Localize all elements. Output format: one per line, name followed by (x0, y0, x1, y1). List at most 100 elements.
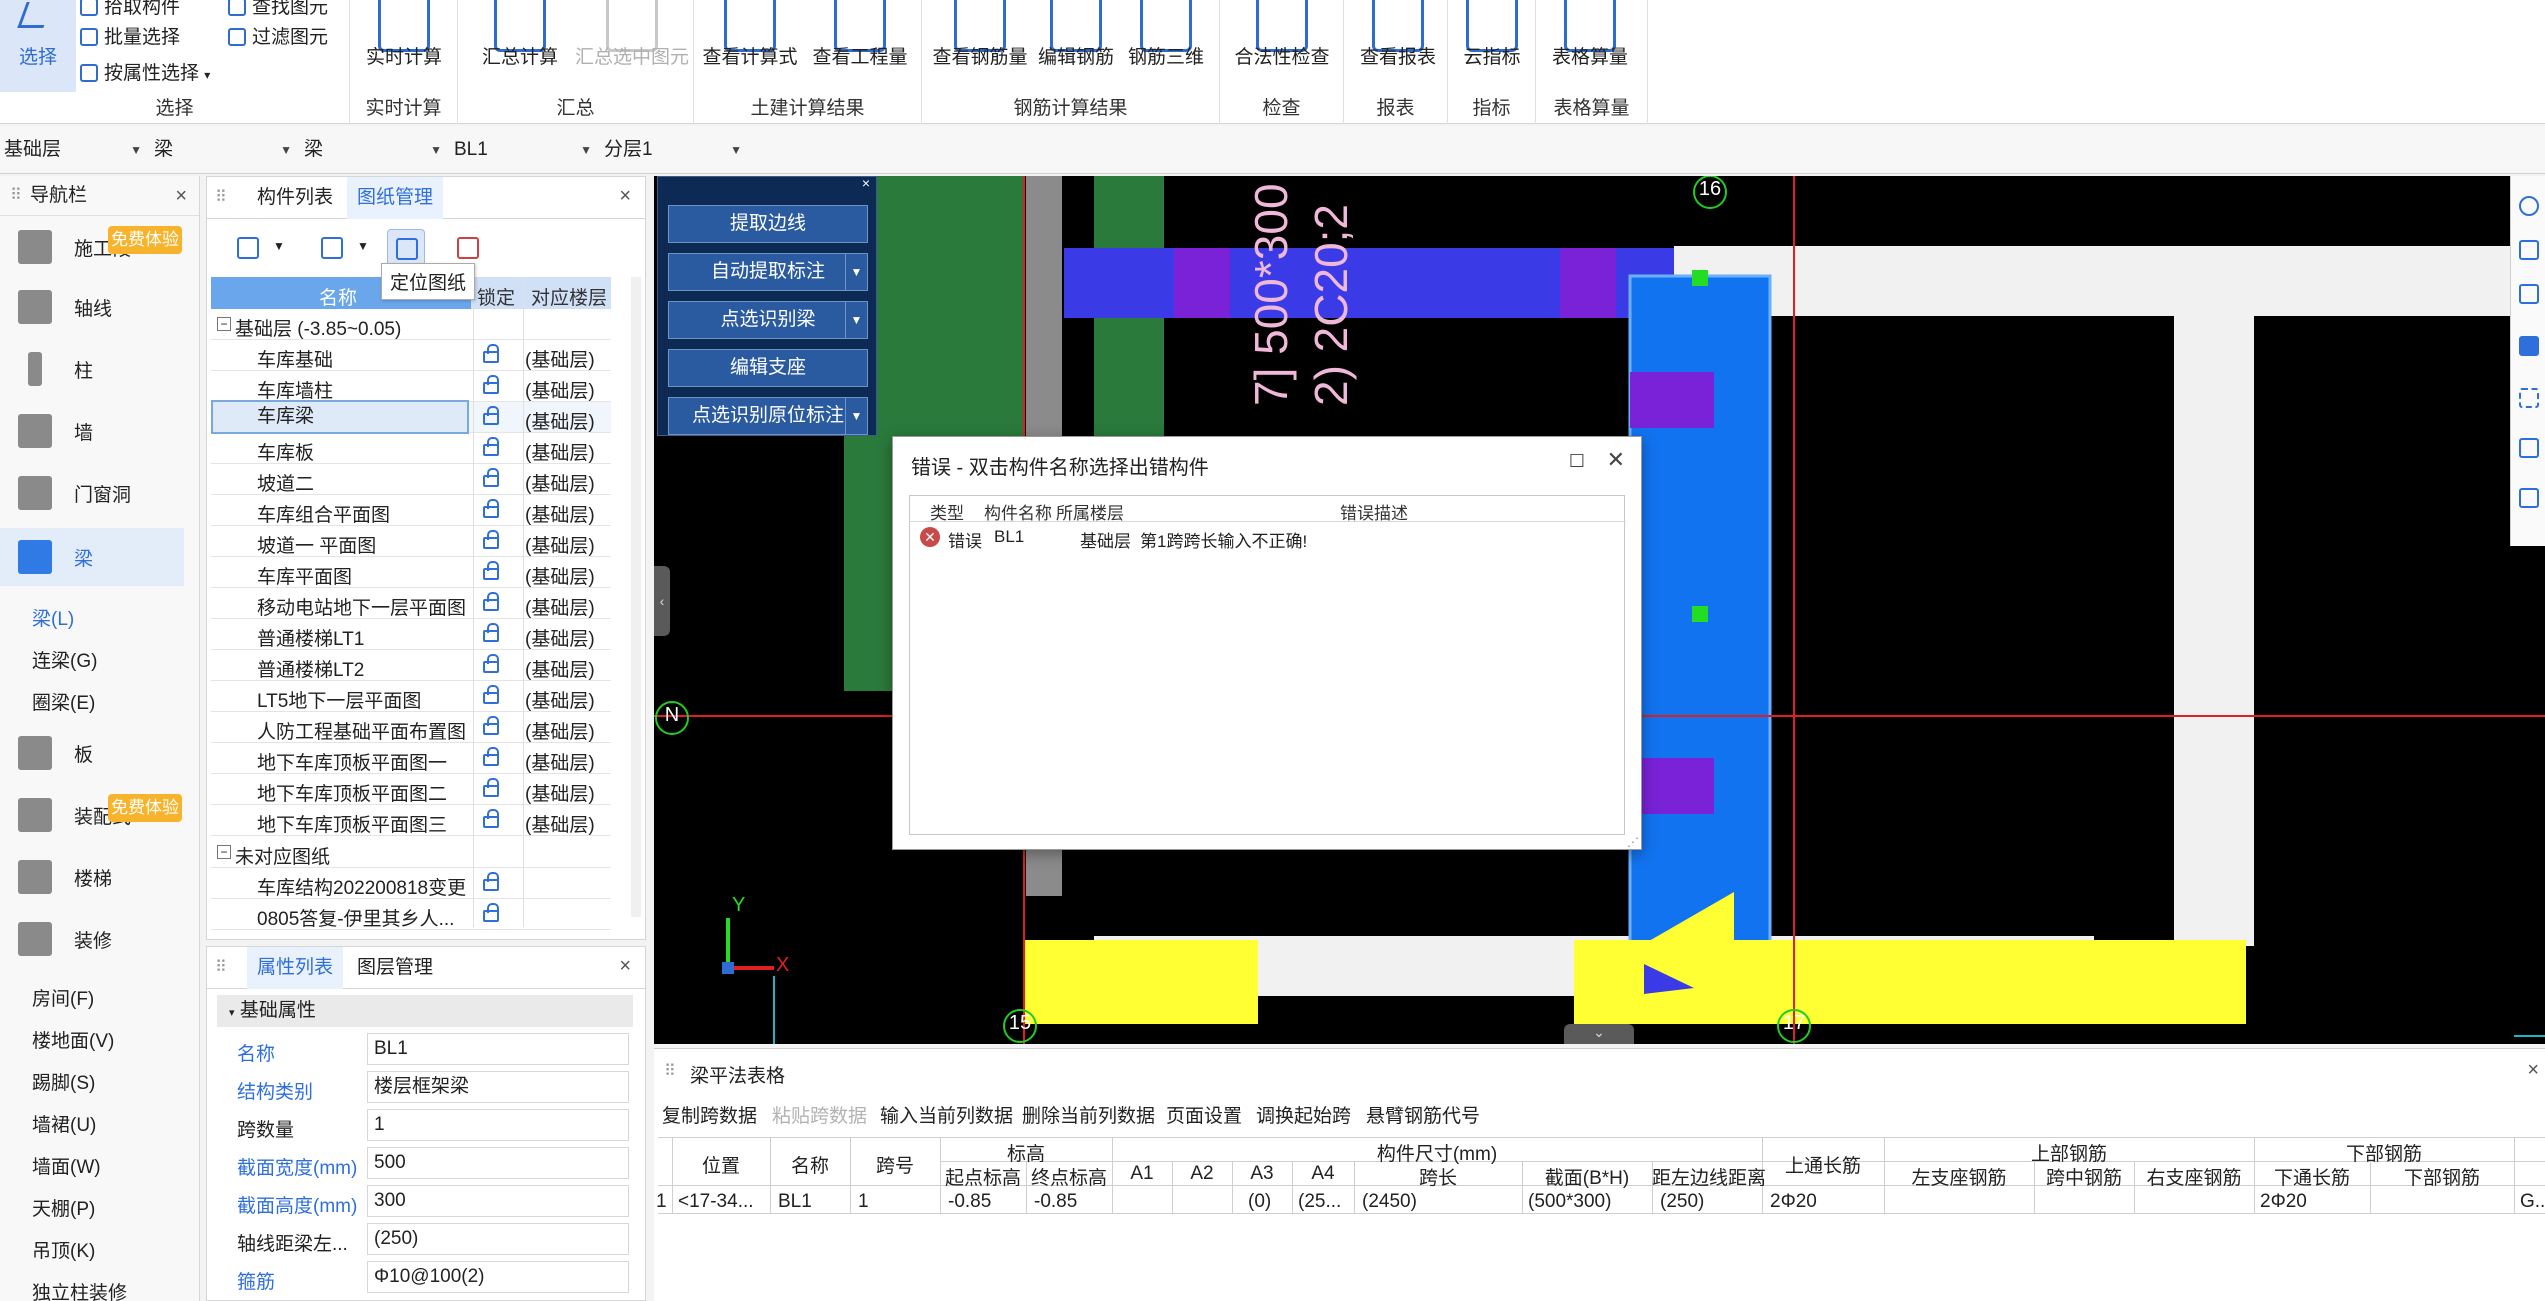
col-edge-distance[interactable]: 距左边线距离 (1652, 1163, 1766, 1190)
col-left-support[interactable]: 左支座钢筋 (1884, 1163, 2034, 1190)
category-select[interactable]: 梁 ▼ (150, 134, 296, 166)
close-icon[interactable]: × (862, 175, 870, 191)
cell-span-no[interactable]: 1 (858, 1191, 869, 1213)
close-icon[interactable]: × (619, 185, 631, 208)
sub-column-decoration[interactable]: 独立柱装修 (32, 1278, 127, 1301)
table-row[interactable]: 普通楼梯LT1 (基础层) (211, 619, 611, 650)
table-row[interactable]: 车库板 (基础层) (211, 433, 611, 464)
cell-a4[interactable]: (25... (1298, 1191, 1341, 1213)
col-end-elev[interactable]: 终点标高 (1026, 1163, 1112, 1190)
col-section[interactable]: 截面(B*H) (1522, 1163, 1652, 1190)
nav-item-door-window[interactable]: 门窗洞 (0, 464, 184, 522)
table-qty-button[interactable]: 表格算量 (1536, 0, 1644, 94)
legality-check-button[interactable]: 合法性检查 (1228, 0, 1336, 94)
cell-start-elev[interactable]: -0.85 (948, 1191, 991, 1213)
prop-value-height[interactable]: 300 (367, 1185, 629, 1217)
cell-truncated[interactable]: G... (2520, 1191, 2545, 1213)
chevron-down-icon[interactable]: ▼ (845, 398, 867, 434)
sub-beam-l[interactable]: 梁(L) (32, 604, 74, 631)
nav-item-wall[interactable]: 墙 (0, 402, 184, 460)
drawing-floor[interactable]: (基础层) (525, 376, 595, 403)
header-name[interactable]: 名称 (319, 283, 357, 310)
swap-start-span-button[interactable]: 调换起始跨 (1256, 1101, 1351, 1128)
drawing-floor[interactable]: (基础层) (525, 779, 595, 806)
error-row[interactable]: ✕ 错误 BL1 基础层 第1跨跨长输入不正确! (910, 524, 1626, 552)
page-setup-button[interactable]: 页面设置 (1166, 1101, 1242, 1128)
chevron-down-icon[interactable]: ▼ (273, 239, 285, 253)
lock-toggle[interactable] (483, 871, 503, 893)
drawing-floor[interactable]: (基础层) (525, 500, 595, 527)
grip-icon[interactable]: ⠿ (215, 957, 227, 977)
drawing-floor[interactable]: (基础层) (525, 469, 595, 496)
col-a4[interactable]: A4 (1292, 1163, 1354, 1185)
close-icon[interactable]: ✕ (1607, 447, 1625, 473)
drawing-floor[interactable]: (基础层) (525, 686, 595, 713)
collapse-icon[interactable]: − (217, 317, 231, 331)
lock-toggle[interactable] (483, 653, 503, 675)
lock-toggle[interactable] (483, 343, 503, 365)
table-row[interactable]: 车库结构202200818变更 (211, 868, 611, 899)
grip-point[interactable] (1692, 606, 1708, 622)
table-row[interactable]: 0805答复-伊里其乡人... (211, 899, 611, 930)
chevron-down-icon[interactable]: ▼ (357, 239, 369, 253)
edit-drawing-button[interactable] (313, 229, 351, 267)
prop-value-structure[interactable]: 楼层框架梁 (367, 1071, 629, 1103)
sub-skirting[interactable]: 踢脚(S) (32, 1068, 95, 1095)
drawing-floor[interactable]: (基础层) (525, 748, 595, 775)
nav-item-decoration[interactable]: 装修 (0, 910, 184, 968)
table-row[interactable]: 地下车库顶板平面图二 (基础层) (211, 774, 611, 805)
lock-toggle[interactable] (483, 591, 503, 613)
table-row[interactable]: 车库组合平面图 (基础层) (211, 495, 611, 526)
cantilever-rebar-button[interactable]: 悬臂钢筋代号 (1366, 1101, 1480, 1128)
floor-select[interactable]: 基础层 ▼ (0, 134, 146, 166)
grip-point[interactable] (1692, 270, 1708, 286)
close-icon[interactable]: × (619, 955, 631, 978)
drawing-floor[interactable]: (基础层) (525, 655, 595, 682)
drawing-floor[interactable]: (基础层) (525, 717, 595, 744)
batch-select-button[interactable]: 批量选择 (80, 22, 180, 49)
chevron-down-icon[interactable]: ▼ (845, 302, 867, 338)
drawing-floor[interactable]: (基础层) (525, 810, 595, 837)
header-floor[interactable]: 对应楼层 (531, 283, 607, 310)
layer-select[interactable]: 分层1 ▼ (600, 134, 746, 166)
lock-toggle[interactable] (483, 436, 503, 458)
group-row-unmatched[interactable]: − 未对应图纸 (211, 837, 611, 868)
sum-selected-button[interactable]: 汇总选中图元 (575, 0, 689, 94)
pick-element-button[interactable]: 拾取构件 (80, 0, 180, 19)
trial-badge[interactable]: 免费体验 (108, 794, 182, 822)
filter-element-button[interactable]: 过滤图元 (228, 22, 328, 49)
type-select[interactable]: 梁 ▼ (300, 134, 446, 166)
table-row[interactable]: 移动电站地下一层平面图 (基础层) (211, 588, 611, 619)
pick-identify-original-label-button[interactable]: 点选识别原位标注 ▼ (668, 397, 868, 435)
drawing-floor[interactable]: (基础层) (525, 562, 595, 589)
tab-drawing-manage[interactable]: 图纸管理 (347, 177, 444, 219)
col-mid-rebar[interactable]: 跨中钢筋 (2034, 1163, 2134, 1190)
sub-suspended-ceiling[interactable]: 吊顶(K) (32, 1236, 95, 1263)
sub-coupling-beam[interactable]: 连梁(G) (32, 646, 97, 673)
prop-value-offset[interactable]: (250) (367, 1223, 629, 1255)
table-row[interactable]: 普通楼梯LT2 (基础层) (211, 650, 611, 681)
cell-span-length[interactable]: (2450) (1362, 1191, 1417, 1213)
col-bottom-through[interactable]: 下通长筋 (2254, 1163, 2370, 1190)
nav-item-column[interactable]: 柱 (0, 340, 184, 398)
rebar-3d-button[interactable]: 钢筋三维 (1112, 0, 1220, 94)
grip-icon[interactable]: ⠿ (664, 1061, 676, 1081)
lock-toggle[interactable] (483, 777, 503, 799)
attribute-select-button[interactable]: 按属性选择 ▾ (80, 58, 210, 85)
drawing-floor[interactable]: (基础层) (525, 593, 595, 620)
lock-toggle[interactable] (483, 498, 503, 520)
col-name[interactable]: 名称 (770, 1151, 850, 1178)
collapse-bottom-handle[interactable]: ⌄ (1564, 1024, 1634, 1044)
delete-drawing-button[interactable] (449, 229, 487, 267)
view-cube-icon[interactable] (2519, 284, 2539, 304)
header-name[interactable]: 构件名称 (984, 499, 1052, 524)
solid-view-icon[interactable] (2519, 336, 2539, 356)
resize-grip-icon[interactable]: ⋰ (1627, 835, 1639, 849)
col-right-support[interactable]: 右支座钢筋 (2134, 1163, 2254, 1190)
trial-badge[interactable]: 免费体验 (108, 226, 182, 254)
header-lock[interactable]: 锁定 (477, 283, 515, 310)
table-row[interactable]: 车库平面图 (基础层) (211, 557, 611, 588)
sub-floor-surface[interactable]: 楼地面(V) (32, 1026, 114, 1053)
lock-toggle[interactable] (483, 808, 503, 830)
tab-element-list[interactable]: 构件列表 (247, 177, 343, 219)
